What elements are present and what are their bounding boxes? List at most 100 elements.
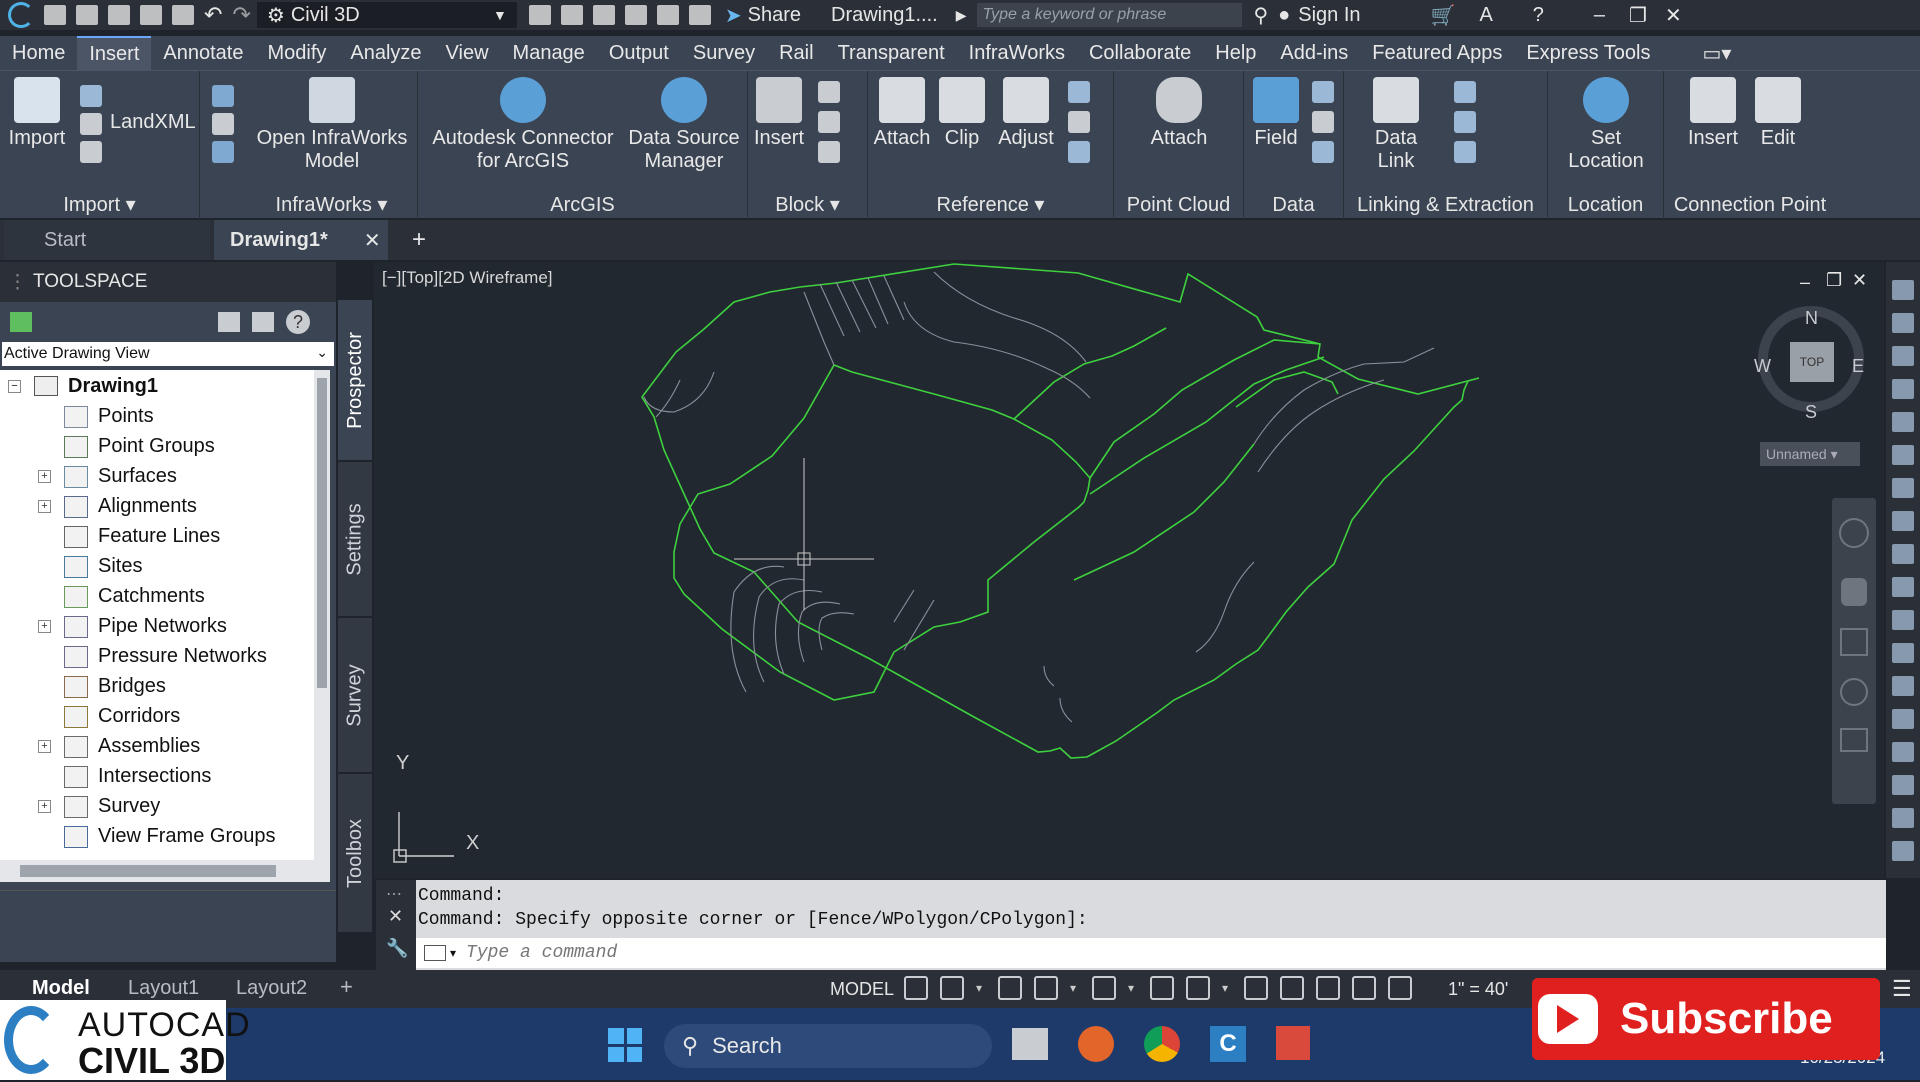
layout-tab-layout2[interactable]: Layout2 <box>236 977 307 1000</box>
import-tool-icon[interactable] <box>212 85 234 107</box>
tab-add-ins[interactable]: Add-ins <box>1268 36 1360 70</box>
restore-icon[interactable]: ❐ <box>1629 3 1647 28</box>
tab-drawing1[interactable]: Drawing1* ✕ <box>214 220 388 260</box>
tab-start[interactable]: Start <box>4 220 210 260</box>
viewport-controls-label[interactable]: [−][Top][2D Wireframe] <box>382 268 553 288</box>
panel-title-block[interactable]: Block ▾ <box>748 192 867 217</box>
block-attributes-icon[interactable] <box>818 141 840 163</box>
tree-item-alignments[interactable]: + Alignments <box>0 492 314 522</box>
model-space-toggle[interactable]: MODEL <box>830 979 894 1000</box>
layout-tab-model[interactable]: Model <box>32 977 90 1000</box>
help-icon[interactable]: ? <box>286 310 310 334</box>
tab-toolbox[interactable]: Toolbox <box>338 774 372 932</box>
close-tab-icon[interactable]: ✕ <box>364 228 381 253</box>
tree-item-intersections[interactable]: Intersections <box>0 762 314 792</box>
steering-wheel-icon[interactable] <box>1839 518 1869 548</box>
tree-item-corridors[interactable]: Corridors <box>0 702 314 732</box>
tab-help[interactable]: Help <box>1203 36 1268 70</box>
windows-start-icon[interactable] <box>608 1028 642 1062</box>
chevron-down-icon[interactable]: ▾ <box>1070 976 1080 1000</box>
expand-icon[interactable]: + <box>38 500 51 513</box>
undo-icon[interactable]: ↶ <box>204 2 222 28</box>
hscrollbar-thumb[interactable] <box>20 865 276 877</box>
help-search-input[interactable]: Type a keyword or phrase <box>976 3 1242 27</box>
field-button[interactable]: Field <box>1248 77 1304 150</box>
expand-icon[interactable]: + <box>38 740 51 753</box>
share-button[interactable]: Share <box>748 4 801 27</box>
text-style-icon[interactable] <box>1892 280 1914 300</box>
polar-icon[interactable] <box>1034 976 1058 1000</box>
compass-e[interactable]: E <box>1852 356 1864 377</box>
tool-icon[interactable] <box>624 5 647 25</box>
clip-button[interactable]: Clip <box>934 77 990 150</box>
import-button[interactable]: Import <box>4 77 70 150</box>
stretch-icon[interactable] <box>1892 742 1914 762</box>
close-icon[interactable]: ✕ <box>1665 3 1682 28</box>
scrollbar-thumb[interactable] <box>317 378 327 688</box>
save-as-icon[interactable] <box>140 5 162 25</box>
tab-output[interactable]: Output <box>597 36 681 70</box>
chevron-down-icon[interactable]: ▾ <box>450 946 456 961</box>
tree-item-point-groups[interactable]: Point Groups <box>0 432 314 462</box>
app-logo-icon[interactable] <box>8 2 34 28</box>
tab-prospector[interactable]: Prospector <box>338 300 372 460</box>
color-icon[interactable] <box>1892 445 1914 465</box>
create-block-icon[interactable] <box>818 81 840 103</box>
tree-item-catchments[interactable]: Catchments <box>0 582 314 612</box>
expand-icon[interactable]: + <box>38 620 51 633</box>
snap-mode-icon[interactable] <box>940 976 964 1000</box>
print-icon[interactable] <box>172 5 194 25</box>
autodesk-connector-button[interactable]: Autodesk Connector for ArcGIS <box>426 77 620 173</box>
selection-cycling-icon[interactable] <box>1186 976 1210 1000</box>
snap-icon[interactable] <box>1892 511 1914 531</box>
dimension-icon[interactable] <box>1892 313 1914 333</box>
insert-block-button[interactable]: Insert <box>748 77 810 150</box>
workspace-selector[interactable]: ⚙ Civil 3D ▼ <box>256 2 517 28</box>
tab-featured-apps[interactable]: Featured Apps <box>1360 36 1514 70</box>
landxml-icon[interactable] <box>80 113 102 135</box>
update-fields-icon[interactable] <box>1312 81 1334 103</box>
new-layout-icon[interactable]: + <box>340 974 353 1000</box>
tab-express-tools[interactable]: Express Tools <box>1514 36 1662 70</box>
tab-survey-vertical[interactable]: Survey <box>338 618 372 772</box>
scale-icon[interactable] <box>1892 841 1914 861</box>
hyperlink-icon[interactable] <box>1312 141 1334 163</box>
ole-object-icon[interactable] <box>1312 111 1334 133</box>
table-icon[interactable] <box>1892 379 1914 399</box>
annotation-scale-icon[interactable] <box>1388 976 1412 1000</box>
ribbon-options-icon[interactable]: ▭▾ <box>1702 41 1731 66</box>
zoom-extents-icon[interactable] <box>1840 628 1868 656</box>
grip-icon[interactable]: ⋯ <box>386 884 402 904</box>
search-icon[interactable]: ⚲ <box>1254 3 1269 28</box>
showmotion-icon[interactable] <box>1840 728 1868 752</box>
expand-icon[interactable]: + <box>38 800 51 813</box>
tab-survey[interactable]: Survey <box>681 36 767 70</box>
tab-view[interactable]: View <box>434 36 501 70</box>
measure-icon[interactable] <box>1892 544 1914 564</box>
layer-icon[interactable] <box>1892 412 1914 432</box>
panel-title-import[interactable]: Import ▾ <box>0 192 199 217</box>
pan-hand-icon[interactable] <box>1841 578 1867 606</box>
snipping-tool-icon[interactable] <box>1276 1026 1310 1060</box>
leader-icon[interactable] <box>1892 346 1914 366</box>
ucs-menu[interactable]: Unnamed ▾ <box>1760 442 1860 466</box>
layout-tab-layout1[interactable]: Layout1 <box>128 977 199 1000</box>
ortho-icon[interactable] <box>998 976 1022 1000</box>
orbit-icon[interactable] <box>1840 678 1868 706</box>
tree-scrollbar[interactable] <box>314 370 330 860</box>
tab-manage[interactable]: Manage <box>501 36 597 70</box>
tool-icon[interactable] <box>656 5 679 25</box>
data-source-manager-button[interactable]: Data Source Manager <box>624 77 744 173</box>
tree-item-assemblies[interactable]: + Assemblies <box>0 732 314 762</box>
trim-icon[interactable] <box>1892 775 1914 795</box>
autodesk-a-icon[interactable]: A <box>1479 4 1492 27</box>
new-file-icon[interactable] <box>44 5 66 25</box>
osnap-tracking-icon[interactable] <box>1092 976 1116 1000</box>
help-icon[interactable]: ? <box>1533 4 1544 27</box>
point-cloud-attach-button[interactable]: Attach <box>1114 77 1244 150</box>
save-icon[interactable] <box>108 5 130 25</box>
customize-wrench-icon[interactable]: 🔧 <box>386 938 408 959</box>
tree-item-pressure-networks[interactable]: Pressure Networks <box>0 642 314 672</box>
expand-icon[interactable]: + <box>38 470 51 483</box>
auto-scale-icon[interactable] <box>1352 976 1376 1000</box>
